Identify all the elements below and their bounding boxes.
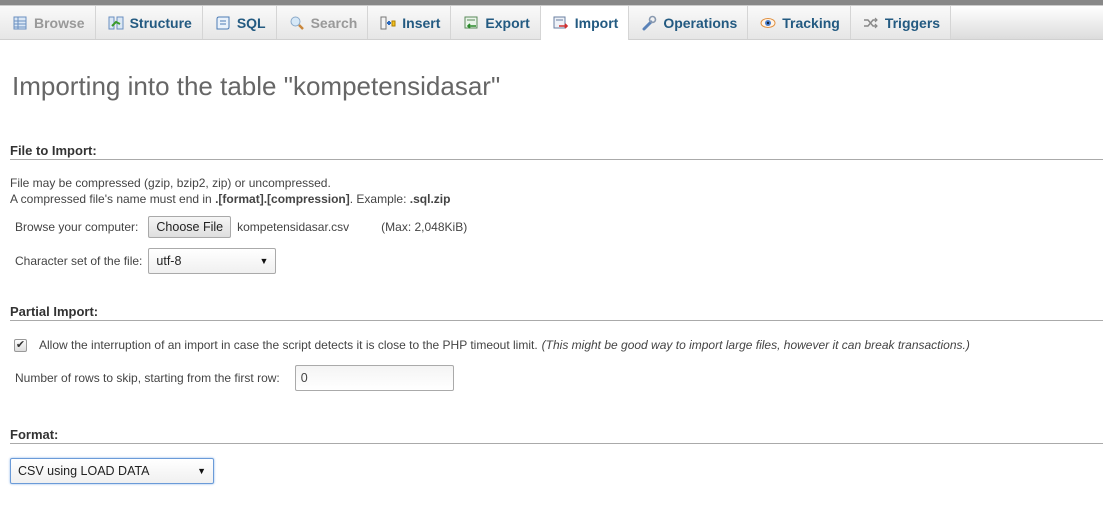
partial-import-legend: Partial Import: — [10, 304, 1103, 321]
partial-import-section: Partial Import: — [10, 304, 1103, 321]
tab-insert[interactable]: Insert — [368, 6, 452, 39]
tab-structure[interactable]: Structure — [95, 6, 203, 39]
note-example-extension: .sql.zip — [409, 192, 451, 206]
page-title: Importing into the table "kompetensidasa… — [12, 71, 501, 101]
file-to-import-legend: File to Import: — [10, 143, 1103, 160]
format-selected-value: CSV using LOAD DATA — [18, 464, 150, 478]
note-text: A compressed file's name must end in — [10, 192, 216, 206]
format-row: CSV using LOAD DATA ▼ — [10, 458, 214, 484]
note-text: . Example: — [349, 192, 410, 206]
tab-search[interactable]: Search — [276, 6, 369, 39]
note-format-extension: .[format].[compression] — [215, 192, 350, 206]
tab-label: Browse — [34, 14, 85, 31]
tab-label: Export — [485, 14, 530, 31]
compression-note: File may be compressed (gzip, bzip2, zip… — [10, 175, 450, 207]
browse-table-icon — [12, 15, 28, 31]
import-icon — [553, 15, 569, 31]
tab-triggers[interactable]: Triggers — [850, 6, 952, 39]
eye-icon — [760, 15, 776, 31]
skip-rows-row: Number of rows to skip, starting from th… — [15, 365, 454, 391]
tab-label: Insert — [402, 14, 441, 31]
tab-label: Operations — [663, 14, 738, 31]
wrench-icon — [641, 15, 657, 31]
tab-label: Tracking — [782, 14, 840, 31]
tab-export[interactable]: Export — [451, 6, 541, 39]
tab-label: SQL — [236, 14, 266, 31]
format-legend: Format: — [10, 427, 1103, 444]
skip-rows-input[interactable] — [294, 365, 454, 391]
tab-label: Search — [310, 14, 358, 31]
allow-interrupt-hint: (This might be good way to import large … — [541, 338, 970, 352]
file-to-import-section: File to Import: — [10, 143, 1103, 160]
tab-sql[interactable]: SQL — [202, 6, 277, 39]
tab-tracking[interactable]: Tracking — [748, 6, 851, 39]
tab-browse[interactable]: Browse — [0, 6, 96, 39]
tab-label: Structure — [129, 14, 192, 31]
tab-import[interactable]: Import — [540, 6, 630, 40]
choose-file-button[interactable]: Choose File — [148, 216, 232, 238]
charset-row: Character set of the file: utf-8 ▼ — [15, 248, 277, 274]
format-section: Format: — [10, 427, 1103, 444]
tab-label: Import — [574, 15, 619, 31]
structure-icon — [108, 15, 124, 31]
triggers-icon — [863, 15, 879, 31]
sql-scroll-icon — [215, 15, 231, 31]
compression-note-line2: A compressed file's name must end in .[f… — [10, 191, 450, 207]
dropdown-arrow-icon: ▼ — [197, 466, 206, 476]
browse-row: Browse your computer: Choose File kompet… — [15, 216, 467, 238]
tab-operations[interactable]: Operations — [629, 6, 749, 39]
export-icon — [463, 15, 479, 31]
charset-label: Character set of the file: — [15, 254, 143, 268]
max-upload-size: (Max: 2,048KiB) — [381, 220, 468, 234]
browse-label: Browse your computer: — [15, 220, 139, 234]
insert-row-icon — [380, 15, 396, 31]
format-select[interactable]: CSV using LOAD DATA ▼ — [10, 458, 214, 484]
search-magnifier-icon — [289, 15, 305, 31]
charset-selected-value: utf-8 — [156, 254, 182, 268]
dropdown-arrow-icon: ▼ — [259, 256, 269, 266]
table-tabs: Browse Structure SQL Search Insert Expor… — [0, 6, 1103, 40]
chosen-file-name: kompetensidasar.csv — [237, 220, 350, 234]
charset-select[interactable]: utf-8 ▼ — [148, 248, 277, 274]
allow-interrupt-label: Allow the interruption of an import in c… — [39, 338, 538, 352]
compression-note-line1: File may be compressed (gzip, bzip2, zip… — [10, 176, 331, 190]
allow-interrupt-row: ✔ Allow the interruption of an import in… — [14, 337, 970, 353]
allow-interrupt-checkbox[interactable]: ✔ — [14, 338, 27, 352]
tab-label: Triggers — [884, 14, 941, 31]
skip-rows-label: Number of rows to skip, starting from th… — [15, 371, 280, 385]
